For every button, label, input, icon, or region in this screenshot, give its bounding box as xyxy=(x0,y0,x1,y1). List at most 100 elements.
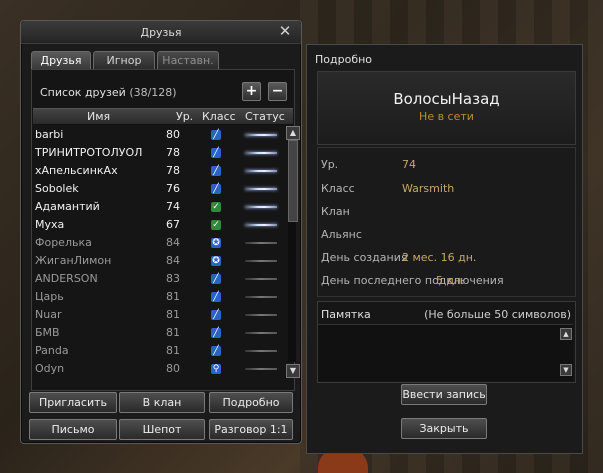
tab-friends[interactable]: Друзья xyxy=(31,51,91,69)
friend-level: 84 xyxy=(166,236,180,249)
status-offline-icon xyxy=(245,332,277,334)
last-login-value: 5 дн. xyxy=(436,274,465,287)
memo-section: Памятка (Не больше 50 символов) ▲ ▼ xyxy=(317,301,576,383)
status-offline-icon xyxy=(245,296,277,298)
friends-list-title: Список друзей xyxy=(40,86,126,99)
character-namebox: ВолосыНазад Не в сети xyxy=(317,71,576,145)
class-sword-icon: ╱ xyxy=(211,166,221,176)
invite-button[interactable]: Пригласить xyxy=(29,392,117,413)
class-sword-icon: ╱ xyxy=(211,184,221,194)
close-details-button[interactable]: Закрыть xyxy=(401,418,487,439)
friend-row[interactable]: Panda 81 ╱ xyxy=(33,342,285,360)
class-check-icon: ✓ xyxy=(211,202,221,212)
class-sword-icon: ╱ xyxy=(211,292,221,302)
created-value: 2 мес. 16 дн. xyxy=(402,251,477,264)
friend-name: ТРИНИТРОТОЛУОЛ xyxy=(35,146,143,159)
friend-row[interactable]: Царь 81 ╱ xyxy=(33,288,285,306)
save-memo-button[interactable]: Ввести запись xyxy=(401,384,487,405)
remove-friend-button[interactable]: − xyxy=(268,82,287,101)
friend-name: Форелька xyxy=(35,236,92,249)
column-level[interactable]: Ур. xyxy=(176,110,193,123)
memo-scroll-down-icon[interactable]: ▼ xyxy=(560,364,572,376)
friend-row[interactable]: ТРИНИТРОТОЛУОЛ 78 ╱ xyxy=(33,144,285,162)
friend-row[interactable]: Nuar 81 ╱ xyxy=(33,306,285,324)
class-sword-icon: ╱ xyxy=(211,346,221,356)
to-clan-button[interactable]: В клан xyxy=(119,392,205,413)
friend-name: Адамантий xyxy=(35,200,100,213)
friend-row[interactable]: Форелька 84 ✪ xyxy=(33,234,285,252)
friend-name: хАпельсинкАх xyxy=(35,164,118,177)
friend-name: Царь xyxy=(35,290,64,303)
add-friend-button[interactable]: + xyxy=(242,82,261,101)
window-title: Друзья xyxy=(140,26,182,39)
friends-window: Друзья ✕ Друзья Игнор Наставн. Список др… xyxy=(20,20,302,444)
friends-panel: Список друзей (38/128) + − Имя Ур. Класс… xyxy=(31,69,300,391)
class-sword-icon: ╱ xyxy=(211,274,221,284)
column-status[interactable]: Статус xyxy=(245,110,285,123)
friend-level: 81 xyxy=(166,326,180,339)
friend-name: Panda xyxy=(35,344,69,357)
friend-level: 78 xyxy=(166,164,180,177)
friends-list: barbi 80 ╱ ТРИНИТРОТОЛУОЛ 78 ╱ хАпельсинкАх 78 ╱… xyxy=(33,126,285,378)
friend-row[interactable]: Муха 67 ✓ xyxy=(33,216,285,234)
level-value: 74 xyxy=(402,158,416,171)
friend-row[interactable]: ANDERSON 83 ╱ xyxy=(33,270,285,288)
mail-button[interactable]: Письмо xyxy=(29,419,117,440)
scroll-up-icon[interactable]: ▲ xyxy=(286,126,300,140)
column-name[interactable]: Имя xyxy=(87,110,110,123)
class-gear-icon: ✪ xyxy=(211,238,221,248)
friend-row[interactable]: Sobolek 76 ╱ xyxy=(33,180,285,198)
details-button[interactable]: Подробно xyxy=(209,392,293,413)
friend-row[interactable]: БМВ 81 ╱ xyxy=(33,324,285,342)
class-gear-icon: ✪ xyxy=(211,256,221,266)
friend-level: 81 xyxy=(166,344,180,357)
clan-label: Клан xyxy=(321,205,350,218)
class-sword-icon: ╱ xyxy=(211,130,221,140)
private-chat-button[interactable]: Разговор 1:1 xyxy=(209,419,293,440)
class-label: Класс xyxy=(321,182,355,195)
details-header: Подробно xyxy=(315,53,373,66)
memo-textarea[interactable] xyxy=(318,324,573,381)
level-label: Ур. xyxy=(321,158,339,171)
last-login-label: День последнего подключения xyxy=(321,274,504,287)
class-sword-icon: ╱ xyxy=(211,310,221,320)
friend-name: Nuar xyxy=(35,308,62,321)
status-offline-icon xyxy=(245,260,277,262)
class-value: Warsmith xyxy=(402,182,455,195)
class-sword-icon: ╱ xyxy=(211,148,221,158)
friend-level: 80 xyxy=(166,362,180,375)
close-icon[interactable]: ✕ xyxy=(277,23,293,39)
scroll-down-icon[interactable]: ▼ xyxy=(286,364,300,378)
tab-ignore[interactable]: Игнор xyxy=(93,51,155,69)
memo-scroll-up-icon[interactable]: ▲ xyxy=(560,328,572,340)
friend-level: 67 xyxy=(166,218,180,231)
column-header: Имя Ур. Класс Статус xyxy=(33,108,293,125)
tab-mentor[interactable]: Наставн. xyxy=(157,51,219,69)
class-wand-icon: ⚲ xyxy=(211,364,221,374)
class-sword-icon: ╱ xyxy=(211,328,221,338)
whisper-button[interactable]: Шепот xyxy=(119,419,205,440)
friend-row[interactable]: ЖиганЛимон 84 ✪ xyxy=(33,252,285,270)
friend-name: ANDERSON xyxy=(35,272,98,285)
friend-row[interactable]: хАпельсинкАх 78 ╱ xyxy=(33,162,285,180)
friends-scrollbar[interactable]: ▲ ▼ xyxy=(286,126,300,378)
friend-name: БМВ xyxy=(35,326,60,339)
friend-row[interactable]: Odyn 80 ⚲ xyxy=(33,360,285,378)
character-status: Не в сети xyxy=(419,110,474,123)
alliance-label: Альянс xyxy=(321,228,362,241)
friends-count: (38/128) xyxy=(129,86,177,99)
friend-row[interactable]: Адамантий 74 ✓ xyxy=(33,198,285,216)
friend-row[interactable]: barbi 80 ╱ xyxy=(33,126,285,144)
friend-name: Odyn xyxy=(35,362,65,375)
status-online-icon xyxy=(245,206,277,208)
friend-level: 81 xyxy=(166,290,180,303)
friend-level: 76 xyxy=(166,182,180,195)
friend-level: 83 xyxy=(166,272,180,285)
friend-name: Sobolek xyxy=(35,182,79,195)
friends-titlebar[interactable]: Друзья ✕ xyxy=(21,21,301,44)
friend-name: ЖиганЛимон xyxy=(35,254,112,267)
column-class[interactable]: Класс xyxy=(202,110,236,123)
status-offline-icon xyxy=(245,314,277,316)
scroll-thumb[interactable] xyxy=(288,140,298,222)
status-online-icon xyxy=(245,188,277,190)
